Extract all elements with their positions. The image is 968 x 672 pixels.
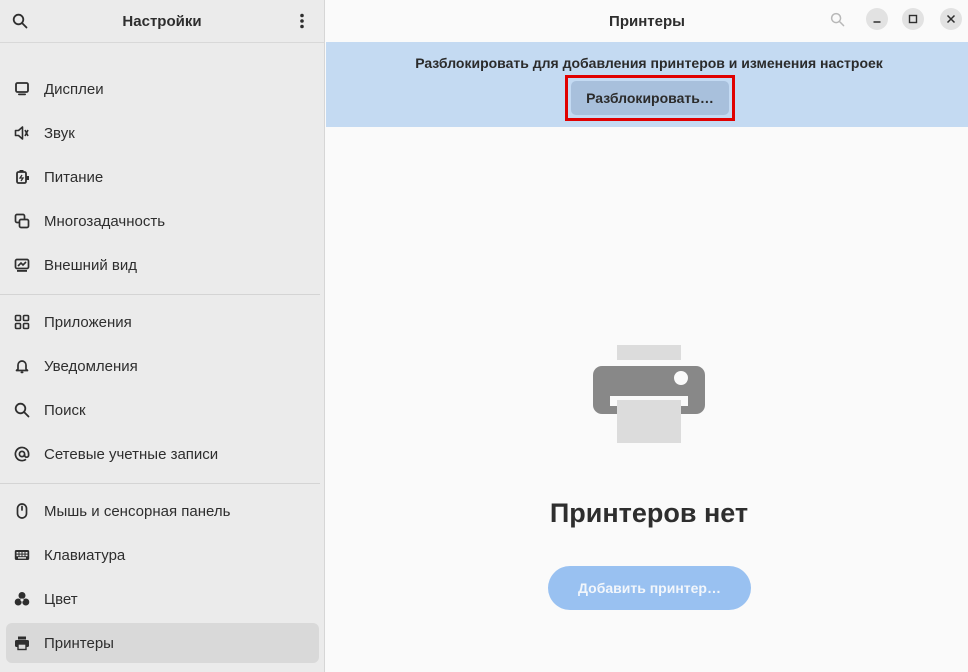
sidebar-item-search[interactable]: Поиск [6,390,319,430]
main-header: Принтеры [326,0,968,42]
minimize-icon [873,21,881,23]
close-icon [946,14,956,24]
mouse-icon [14,503,30,519]
multitasking-icon [14,213,30,229]
sidebar-item-displays[interactable]: Дисплеи [6,69,319,109]
sidebar: Настройки Дисплеи Звук Питание Многозада… [0,0,325,672]
search-icon [12,13,28,29]
apps-icon [14,314,30,330]
sidebar-item-label: Дисплеи [44,80,104,98]
sidebar-item-label: Уведомления [44,357,138,375]
bell-icon [14,358,30,374]
sidebar-item-notifications[interactable]: Уведомления [6,346,319,386]
search-icon [830,12,844,26]
sidebar-separator [0,294,320,295]
power-icon [14,169,30,185]
add-printer-button[interactable]: Добавить принтер… [548,566,751,610]
sidebar-title: Настройки [122,12,202,30]
main-panel: Принтеры Разблокировать для добавления п… [326,0,968,672]
sidebar-separator [0,483,320,484]
sidebar-search-button[interactable] [8,9,32,33]
close-button[interactable] [940,8,962,30]
printer-icon [14,635,30,651]
sidebar-item-label: Питание [44,168,104,186]
display-icon [14,81,30,97]
unlock-button[interactable]: Разблокировать… [571,81,729,115]
sidebar-item-keyboard[interactable]: Клавиатура [6,535,319,575]
sidebar-item-label: Внешний вид [44,256,137,274]
printer-search-button[interactable] [826,8,848,30]
maximize-button[interactable] [902,8,924,30]
sidebar-item-label: Сетевые учетные записи [44,445,219,463]
kebab-menu-icon [300,13,304,29]
sidebar-item-apps[interactable]: Приложения [6,302,319,342]
sidebar-item-label: Мышь и сенсорная панель [44,502,231,520]
search-icon [14,402,30,418]
sidebar-item-sound[interactable]: Звук [6,113,319,153]
appearance-icon [14,257,30,273]
sidebar-item-label: Многозадачность [44,212,166,230]
sidebar-item-multitasking[interactable]: Многозадачность [6,201,319,241]
color-icon [14,591,30,607]
main-menu-button[interactable] [290,9,314,33]
at-icon [14,446,30,462]
maximize-icon [908,14,918,24]
speaker-icon [14,125,30,141]
sidebar-item-power[interactable]: Питание [6,157,319,197]
printer-illustration-icon [593,345,705,443]
sidebar-item-label: Клавиатура [44,546,126,564]
sidebar-item-appearance[interactable]: Внешний вид [6,245,319,285]
keyboard-icon [14,547,30,563]
sidebar-item-online-accounts[interactable]: Сетевые учетные записи [6,434,319,474]
sidebar-item-label: Приложения [44,313,132,331]
unlock-banner-text: Разблокировать для добавления принтеров … [415,55,883,71]
sidebar-header: Настройки [0,0,324,43]
sidebar-item-label: Звук [44,124,75,142]
minimize-button[interactable] [866,8,888,30]
sidebar-item-label: Цвет [44,590,78,608]
sidebar-item-color[interactable]: Цвет [6,579,319,619]
sidebar-item-printers[interactable]: Принтеры [6,623,319,663]
sidebar-item-label: Принтеры [44,634,114,652]
empty-state-title: Принтеров нет [549,498,749,528]
page-title: Принтеры [609,12,685,30]
sidebar-item-label: Поиск [44,401,86,419]
unlock-banner: Разблокировать для добавления принтеров … [326,42,968,127]
sidebar-item-mouse-touchpad[interactable]: Мышь и сенсорная панель [6,491,319,531]
